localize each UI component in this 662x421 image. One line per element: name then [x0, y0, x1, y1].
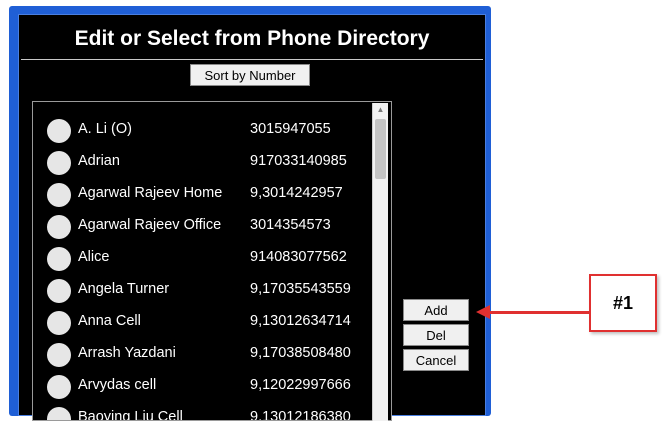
cancel-button[interactable]: Cancel	[403, 349, 469, 371]
add-button[interactable]: Add	[403, 299, 469, 321]
entry-name: Angela Turner	[78, 281, 170, 297]
list-scrollbar[interactable]: ▲	[372, 103, 388, 421]
entry-name: Anna Cell	[78, 313, 141, 329]
scroll-thumb[interactable]	[375, 119, 386, 179]
directory-list: A. Li (O) 3015947055 Adrian 917033140985…	[32, 101, 392, 421]
radio-button[interactable]	[47, 183, 71, 207]
annotation-callout: #1	[589, 274, 657, 332]
radio-button[interactable]	[47, 247, 71, 271]
entry-number: 9,13012634714	[250, 313, 351, 329]
list-item[interactable]: Arvydas cell 9,12022997666	[33, 370, 373, 402]
del-button[interactable]: Del	[403, 324, 469, 346]
annotation-label: #1	[612, 293, 634, 313]
entry-name: Adrian	[78, 153, 120, 169]
entry-name: Agarwal Rajeev Home	[78, 185, 223, 201]
radio-button[interactable]	[47, 311, 71, 335]
entry-name: Arrash Yazdani	[78, 345, 176, 361]
radio-button[interactable]	[47, 375, 71, 399]
list-item[interactable]: Agarwal Rajeev Office 3014354573	[33, 210, 373, 242]
entry-number: 9,13012186380	[250, 409, 351, 421]
list-item[interactable]: Anna Cell 9,13012634714	[33, 306, 373, 338]
radio-button[interactable]	[47, 343, 71, 367]
entry-number: 9,12022997666	[250, 377, 351, 393]
entry-name: A. Li (O)	[78, 121, 132, 137]
entry-number: 9,17038508480	[250, 345, 351, 361]
annotation-arrow-line	[486, 311, 590, 314]
list-item[interactable]: Alice 914083077562	[33, 242, 373, 274]
entry-name: Baoying Liu Cell	[78, 409, 183, 421]
radio-button[interactable]	[47, 119, 71, 143]
list-item[interactable]: Arrash Yazdani 9,17038508480	[33, 338, 373, 370]
entry-number: 917033140985	[250, 153, 347, 169]
radio-button[interactable]	[47, 151, 71, 175]
radio-button[interactable]	[47, 215, 71, 239]
radio-button[interactable]	[47, 407, 71, 420]
scroll-up-arrow-icon[interactable]: ▲	[373, 103, 388, 117]
entry-name: Agarwal Rajeev Office	[78, 217, 222, 233]
title-divider	[21, 59, 483, 60]
phone-directory-dialog: Edit or Select from Phone Directory Sort…	[18, 14, 486, 421]
list-item[interactable]: Angela Turner 9,17035543559	[33, 274, 373, 306]
entry-number: 9,3014242957	[250, 185, 343, 201]
entry-number: 3015947055	[250, 121, 331, 137]
entry-number: 3014354573	[250, 217, 331, 233]
list-item[interactable]: Agarwal Rajeev Home 9,3014242957	[33, 178, 373, 210]
entry-number: 9,17035543559	[250, 281, 351, 297]
entry-name: Alice	[78, 249, 110, 265]
dialog-title: Edit or Select from Phone Directory	[74, 27, 430, 50]
entry-number: 914083077562	[250, 249, 347, 265]
list-item[interactable]: Adrian 917033140985	[33, 146, 373, 178]
entry-name: Arvydas cell	[78, 377, 157, 393]
annotation-arrow-head-icon	[476, 305, 490, 319]
sort-by-number-button[interactable]: Sort by Number	[190, 64, 310, 86]
list-item[interactable]: Baoying Liu Cell 9,13012186380	[33, 402, 373, 421]
list-item[interactable]: A. Li (O) 3015947055	[33, 114, 373, 146]
radio-button[interactable]	[47, 279, 71, 303]
